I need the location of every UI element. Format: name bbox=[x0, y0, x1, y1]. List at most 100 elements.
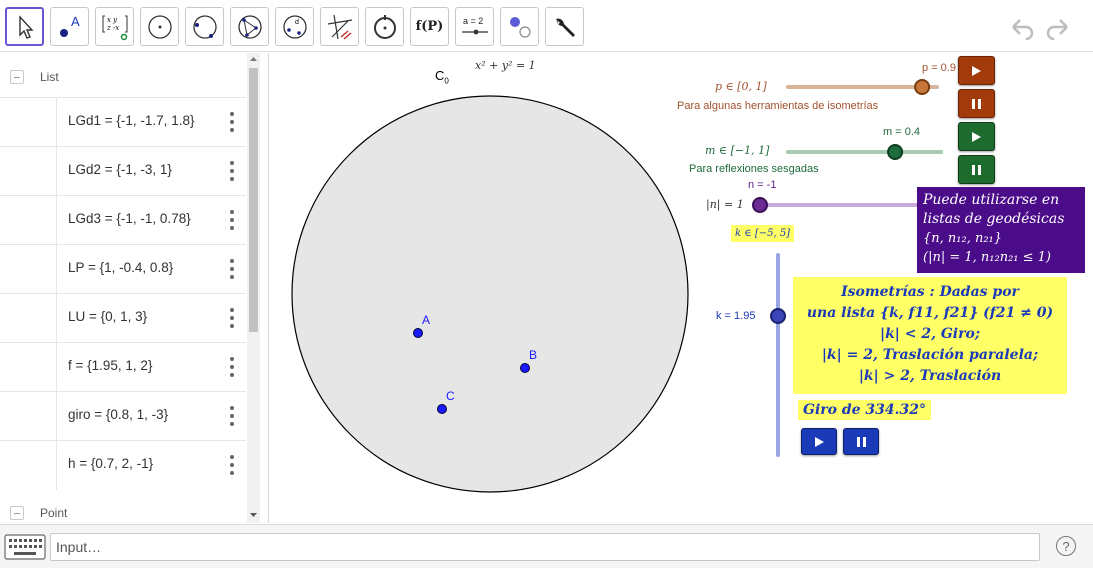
isometries-note: Isometrías : Dadas por una lista {k, f11… bbox=[793, 277, 1067, 394]
algebra-row[interactable]: LGd1 = {-1, -1.7, 1.8} bbox=[0, 97, 246, 147]
slider-k-knob[interactable] bbox=[770, 308, 786, 324]
pause-button-p[interactable] bbox=[958, 89, 995, 118]
slider-n-knob[interactable] bbox=[752, 197, 768, 213]
algebra-expression[interactable]: LGd2 = {-1, -3, 1} bbox=[68, 162, 172, 177]
algebra-row[interactable]: LP = {1, -0.4, 0.8} bbox=[0, 244, 246, 294]
show-hide-icon bbox=[509, 16, 531, 38]
algebra-row[interactable]: LGd3 = {-1, -1, 0.78} bbox=[0, 195, 246, 245]
undo-icon[interactable] bbox=[1007, 14, 1035, 40]
pause-icon bbox=[856, 436, 866, 447]
algebra-expression[interactable]: LP = {1, -0.4, 0.8} bbox=[68, 260, 173, 275]
function-tool-button[interactable]: f(P) bbox=[410, 7, 449, 46]
geogebra-app: A x yz -x d f(P) a = 2 List LGd1 = {-1, … bbox=[0, 0, 1093, 568]
algebra-expression[interactable]: h = {0.7, 2, -1} bbox=[68, 456, 153, 471]
more-options-icon[interactable] bbox=[228, 455, 236, 475]
geodesic-note-line1: Puede utilizarse en bbox=[923, 192, 1060, 208]
point-a[interactable] bbox=[413, 328, 423, 338]
slider-n-range: |n| = 1 bbox=[706, 198, 744, 211]
algebra-row[interactable]: f = {1.95, 1, 2} bbox=[0, 342, 246, 392]
more-options-icon[interactable] bbox=[228, 161, 236, 181]
help-button[interactable]: ? bbox=[1056, 536, 1076, 556]
show-hide-tool-button[interactable] bbox=[500, 7, 539, 46]
point-c[interactable] bbox=[437, 404, 447, 414]
polygon-tool-button[interactable] bbox=[230, 7, 269, 46]
cursor-arrow-icon bbox=[18, 14, 34, 39]
redo-icon[interactable] bbox=[1045, 14, 1073, 40]
svg-text:x y: x y bbox=[107, 16, 118, 24]
point-group-header[interactable]: Point bbox=[0, 491, 246, 523]
slider-p-range: p ∈ [0, 1] bbox=[715, 80, 767, 93]
geodesic-note-line3: {n, n₁₂, n₂₁} bbox=[923, 231, 1003, 246]
isometries-note-line1: Isometrías : Dadas por bbox=[841, 284, 1019, 300]
circle-arc-tool-button[interactable] bbox=[185, 7, 224, 46]
lines-tool-button[interactable] bbox=[320, 7, 359, 46]
algebra-row[interactable]: LU = {0, 1, 3} bbox=[0, 293, 246, 343]
slider-icon: a = 2 bbox=[461, 16, 488, 34]
play-button-k[interactable] bbox=[801, 428, 837, 455]
pause-icon bbox=[972, 164, 981, 175]
point-b[interactable] bbox=[520, 363, 530, 373]
pause-icon bbox=[972, 98, 981, 109]
pause-button-m[interactable] bbox=[958, 155, 995, 184]
circle-radius-tool-button[interactable]: d bbox=[275, 7, 314, 46]
row-gutter bbox=[56, 196, 57, 245]
row-gutter bbox=[56, 392, 57, 441]
slider-p-knob[interactable] bbox=[914, 79, 931, 95]
move-tool-button[interactable] bbox=[5, 7, 44, 46]
point-b-label: B bbox=[529, 348, 538, 362]
matrix-icon: x yz -x bbox=[102, 15, 127, 40]
graphics-view[interactable]: C0 x² + y² = 1 A B C p = 0.9 p ∈ [0, 1] … bbox=[269, 53, 1093, 523]
slider-tool-label: a = 2 bbox=[463, 16, 483, 26]
circle-label-subscript: 0 bbox=[444, 76, 449, 86]
svg-text:d: d bbox=[295, 19, 299, 26]
circle-label-name: C bbox=[435, 68, 445, 83]
settings-tool-button[interactable] bbox=[545, 7, 584, 46]
algebra-expression[interactable]: f = {1.95, 1, 2} bbox=[68, 358, 152, 373]
point-tool-button[interactable]: A bbox=[50, 7, 89, 46]
geodesic-note-line2: listas de geodésicas bbox=[923, 211, 1065, 227]
algebra-input-field[interactable] bbox=[50, 533, 1040, 561]
algebra-expression[interactable]: LU = {0, 1, 3} bbox=[68, 309, 147, 324]
row-gutter bbox=[56, 343, 57, 392]
pause-button-k[interactable] bbox=[843, 428, 879, 455]
more-options-icon[interactable] bbox=[228, 112, 236, 132]
row-gutter bbox=[56, 294, 57, 343]
point-group-label: Point bbox=[40, 506, 68, 520]
scroll-up-arrow-icon[interactable] bbox=[249, 55, 258, 63]
matrix-tool-button[interactable]: x yz -x bbox=[95, 7, 134, 46]
list-group-header[interactable]: List bbox=[0, 55, 246, 99]
collapse-point-toggle[interactable] bbox=[10, 506, 24, 520]
slider-p-value: p = 0.9 bbox=[922, 62, 956, 74]
svg-text:z -x: z -x bbox=[106, 24, 119, 32]
algebra-expression[interactable]: LGd1 = {-1, -1.7, 1.8} bbox=[68, 113, 194, 128]
more-options-icon[interactable] bbox=[228, 210, 236, 230]
slider-tool-button[interactable]: a = 2 bbox=[455, 7, 494, 46]
play-button-m[interactable] bbox=[958, 122, 995, 151]
toolbar: A x yz -x d f(P) a = 2 bbox=[0, 0, 1093, 52]
circle-equation: x² + y² = 1 bbox=[475, 59, 536, 72]
more-options-icon[interactable] bbox=[228, 357, 236, 377]
circle-center-tool-button[interactable] bbox=[140, 7, 179, 46]
list-group-label: List bbox=[40, 70, 59, 84]
slider-m-range: m ∈ [−1, 1] bbox=[705, 144, 770, 157]
algebra-scrollbar-thumb[interactable] bbox=[249, 68, 258, 332]
slider-p-caption: Para algunas herramientas de isometrías bbox=[677, 100, 879, 112]
algebra-row[interactable]: h = {0.7, 2, -1} bbox=[0, 440, 246, 490]
algebra-row[interactable]: LGd2 = {-1, -3, 1} bbox=[0, 146, 246, 196]
isometries-note-line3: |k| < 2, Giro; bbox=[879, 326, 980, 342]
circle-point-tool-button[interactable] bbox=[365, 7, 404, 46]
more-options-icon[interactable] bbox=[228, 308, 236, 328]
row-gutter bbox=[56, 441, 57, 490]
algebra-row[interactable]: giro = {0.8, 1, -3} bbox=[0, 391, 246, 441]
point-c-label: C bbox=[446, 389, 455, 403]
play-button-p[interactable] bbox=[958, 56, 995, 85]
more-options-icon[interactable] bbox=[228, 259, 236, 279]
slider-m-knob[interactable] bbox=[887, 144, 904, 160]
unit-circle-c0[interactable] bbox=[291, 95, 689, 493]
collapse-list-toggle[interactable] bbox=[10, 70, 24, 84]
scroll-down-arrow-icon[interactable] bbox=[249, 511, 258, 519]
algebra-expression[interactable]: LGd3 = {-1, -1, 0.78} bbox=[68, 211, 191, 226]
keyboard-icon[interactable] bbox=[4, 534, 46, 560]
algebra-expression[interactable]: giro = {0.8, 1, -3} bbox=[68, 407, 168, 422]
more-options-icon[interactable] bbox=[228, 406, 236, 426]
